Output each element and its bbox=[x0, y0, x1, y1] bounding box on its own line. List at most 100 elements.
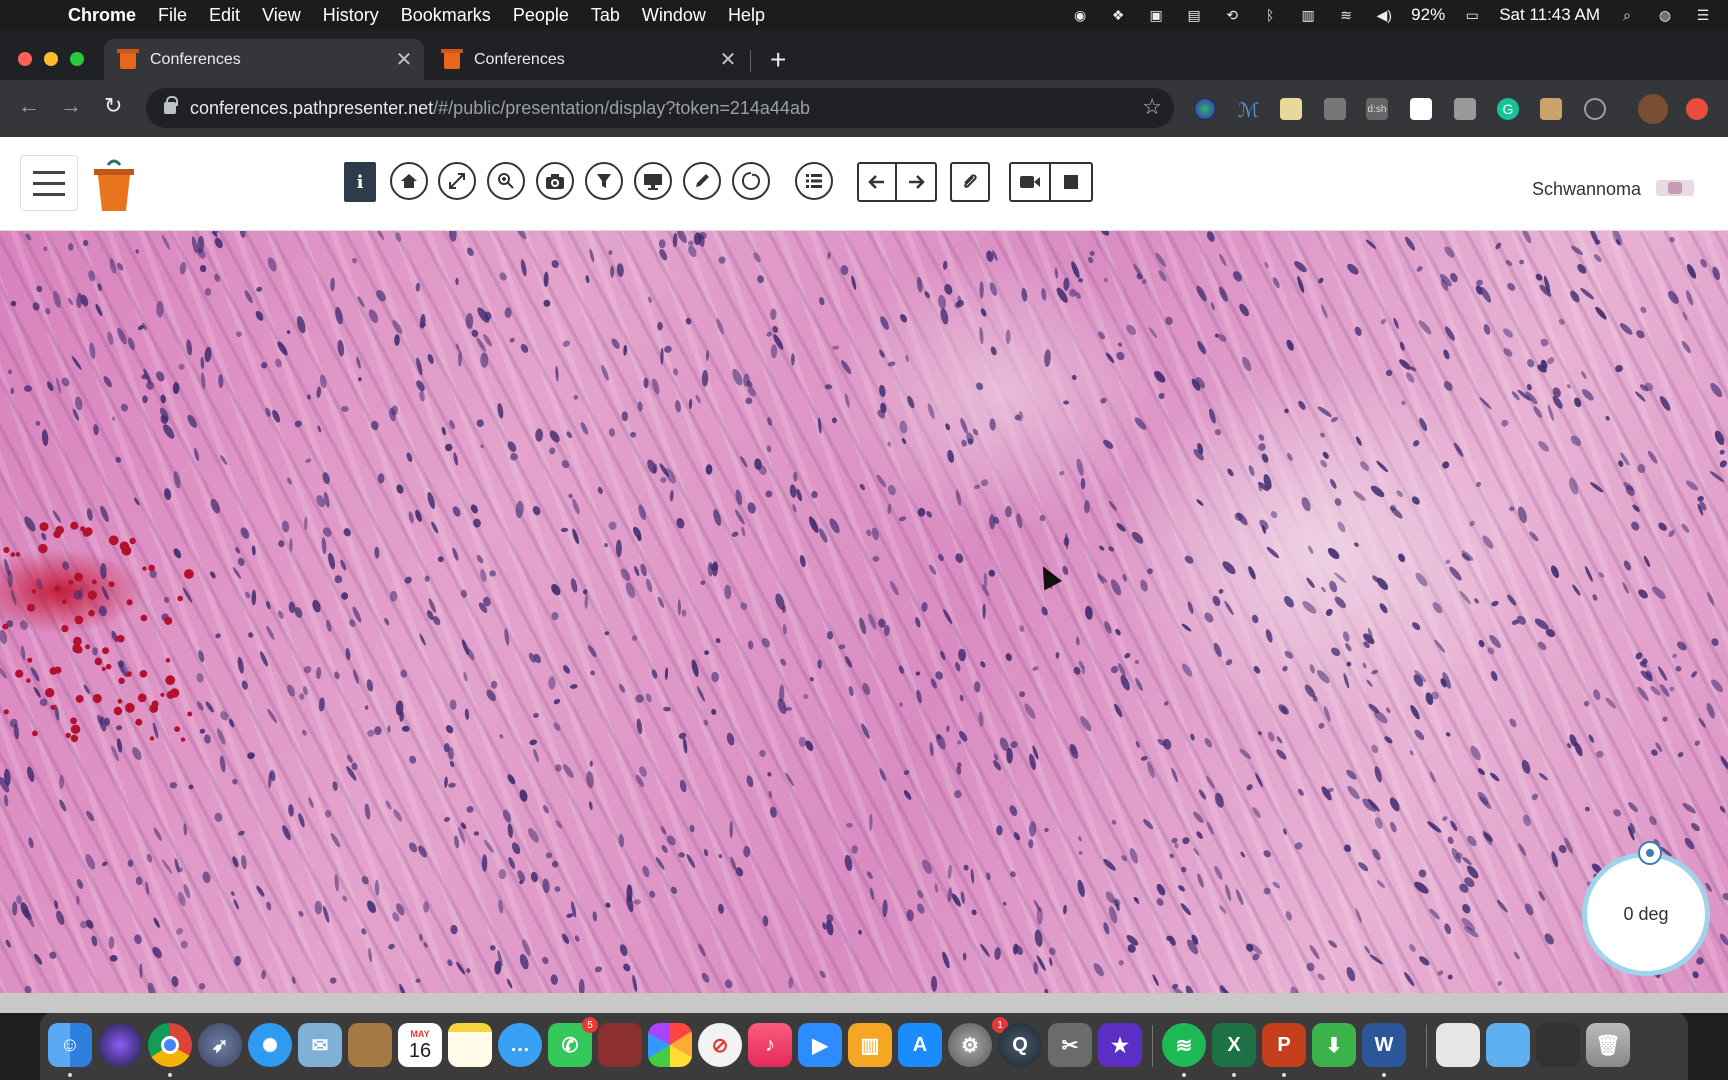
rotation-dial[interactable]: 0 deg bbox=[1582, 852, 1710, 976]
memory-icon[interactable]: ▥ bbox=[1297, 6, 1319, 24]
snapshot-button[interactable] bbox=[536, 162, 574, 200]
readwise-icon[interactable]: ▤ bbox=[1183, 6, 1205, 24]
next-slide-button[interactable] bbox=[897, 164, 935, 200]
annotate-button[interactable] bbox=[683, 162, 721, 200]
close-tab-icon[interactable]: ✕ bbox=[390, 47, 418, 72]
home-button[interactable] bbox=[390, 162, 428, 200]
menu-history[interactable]: History bbox=[323, 5, 379, 26]
extension-image-icon[interactable] bbox=[1324, 98, 1346, 120]
hamburger-menu-button[interactable] bbox=[20, 155, 78, 211]
contacts-icon[interactable] bbox=[348, 1023, 392, 1067]
finder-icon[interactable]: ☺ bbox=[48, 1023, 92, 1067]
volume-icon[interactable]: ◀) bbox=[1373, 6, 1395, 24]
avatar[interactable] bbox=[1638, 94, 1668, 124]
trash-icon[interactable]: 🗑 bbox=[1586, 1023, 1630, 1067]
reload-icon[interactable]: ↻ bbox=[104, 94, 122, 118]
spotlight-search-icon[interactable]: ⌕ bbox=[1616, 6, 1638, 24]
menu-app-name[interactable]: Chrome bbox=[68, 5, 136, 26]
quicktime-icon[interactable]: Q bbox=[998, 1023, 1042, 1067]
music-icon[interactable]: ♪ bbox=[748, 1023, 792, 1067]
imovie-icon[interactable]: ★ bbox=[1098, 1023, 1142, 1067]
extension-notes-icon[interactable] bbox=[1280, 98, 1302, 120]
calendar-icon[interactable]: MAY 16 bbox=[398, 1023, 442, 1067]
freehand-button[interactable] bbox=[732, 162, 770, 200]
battery-percent[interactable]: 92% bbox=[1411, 5, 1445, 25]
slide-list-button[interactable] bbox=[795, 162, 833, 200]
extension-color-icon[interactable] bbox=[1194, 98, 1216, 120]
news-icon[interactable]: ⊘ bbox=[698, 1023, 742, 1067]
menu-help[interactable]: Help bbox=[728, 5, 765, 26]
zoom-button[interactable] bbox=[487, 162, 525, 200]
forward-icon[interactable]: → bbox=[60, 94, 82, 118]
screenshots-folder-icon[interactable] bbox=[1536, 1023, 1580, 1067]
installer-icon[interactable]: ⬇ bbox=[1312, 1023, 1356, 1067]
slide-viewer[interactable] bbox=[0, 231, 1728, 993]
menu-people[interactable]: People bbox=[513, 5, 569, 26]
present-button[interactable] bbox=[634, 162, 672, 200]
photo-booth-icon[interactable] bbox=[598, 1023, 642, 1067]
info-button[interactable]: i bbox=[344, 162, 376, 202]
screen-record-icon[interactable]: ◉ bbox=[1069, 6, 1091, 24]
menu-view[interactable]: View bbox=[262, 5, 301, 26]
menu-tab[interactable]: Tab bbox=[591, 5, 620, 26]
zoom-app-icon[interactable]: ▶ bbox=[798, 1023, 842, 1067]
tab-conferences-2[interactable]: Conferences ✕ bbox=[428, 39, 748, 80]
messages-bubble-icon[interactable]: … bbox=[498, 1023, 542, 1067]
close-window-button[interactable] bbox=[18, 52, 32, 66]
address-bar[interactable]: conferences.pathpresenter.net /#/public/… bbox=[146, 88, 1174, 128]
extension-k-icon[interactable] bbox=[1454, 98, 1476, 120]
extension-search-icon[interactable] bbox=[1410, 98, 1432, 120]
minimize-window-button[interactable] bbox=[44, 52, 58, 66]
close-tab-icon[interactable]: ✕ bbox=[714, 47, 742, 72]
extension-dash-icon[interactable]: d:sh bbox=[1366, 98, 1388, 120]
bookmark-star-icon[interactable]: ☆ bbox=[1142, 94, 1162, 120]
menu-window[interactable]: Window bbox=[642, 5, 706, 26]
word-icon[interactable]: W bbox=[1362, 1023, 1406, 1067]
document-stack-icon[interactable] bbox=[1436, 1023, 1480, 1067]
attachment-button[interactable] bbox=[950, 162, 990, 202]
new-tab-icon[interactable]: + bbox=[770, 46, 786, 74]
fullscreen-button[interactable] bbox=[438, 162, 476, 200]
lock-icon[interactable] bbox=[164, 96, 178, 114]
pathpresenter-logo[interactable] bbox=[92, 155, 136, 213]
excel-icon[interactable]: X bbox=[1212, 1023, 1256, 1067]
menu-file[interactable]: File bbox=[158, 5, 187, 26]
wifi-icon[interactable]: ≋ bbox=[1335, 6, 1357, 24]
back-icon[interactable]: ← bbox=[18, 94, 40, 118]
spotify-icon[interactable]: ≋ bbox=[1162, 1023, 1206, 1067]
powerpoint-icon[interactable]: P bbox=[1262, 1023, 1306, 1067]
siri-icon[interactable] bbox=[98, 1023, 142, 1067]
record-video-button[interactable] bbox=[1011, 164, 1052, 200]
chrome-icon[interactable] bbox=[148, 1023, 192, 1067]
photos-icon[interactable] bbox=[648, 1023, 692, 1067]
utilities-icon[interactable]: ✂ bbox=[1048, 1023, 1092, 1067]
folder-icon[interactable] bbox=[1486, 1023, 1530, 1067]
filter-button[interactable] bbox=[585, 162, 623, 200]
menu-edit[interactable]: Edit bbox=[209, 5, 240, 26]
video-call-icon[interactable]: ▣ bbox=[1145, 6, 1167, 24]
extension-signature-icon[interactable]: ℳ bbox=[1238, 98, 1260, 122]
time-machine-icon[interactable]: ⟲ bbox=[1221, 6, 1243, 24]
safari-icon[interactable] bbox=[248, 1023, 292, 1067]
previous-slide-button[interactable] bbox=[859, 164, 898, 200]
system-preferences-icon[interactable]: ⚙ bbox=[948, 1023, 992, 1067]
update-chrome-icon[interactable] bbox=[1686, 98, 1708, 120]
zoom-window-button[interactable] bbox=[70, 52, 84, 66]
mail-icon[interactable]: ✉ bbox=[298, 1023, 342, 1067]
extension-clipper-icon[interactable] bbox=[1540, 98, 1562, 120]
extension-badge-icon[interactable] bbox=[1584, 98, 1606, 120]
launchpad-icon[interactable]: ➶ bbox=[198, 1023, 242, 1067]
dropbox-icon[interactable]: ❖ bbox=[1107, 6, 1129, 24]
slide-thumbnail[interactable] bbox=[1656, 180, 1694, 196]
app-store-icon[interactable]: A bbox=[898, 1023, 942, 1067]
tab-conferences-1[interactable]: Conferences ✕ bbox=[104, 39, 424, 80]
menu-bookmarks[interactable]: Bookmarks bbox=[401, 5, 491, 26]
grammarly-icon[interactable]: G bbox=[1497, 98, 1519, 120]
bluetooth-icon[interactable]: ᛒ bbox=[1259, 6, 1281, 24]
siri-icon[interactable]: ◍ bbox=[1654, 6, 1676, 24]
books-icon[interactable]: ▥ bbox=[848, 1023, 892, 1067]
clock[interactable]: Sat 11:43 AM bbox=[1499, 5, 1600, 25]
notes-icon[interactable] bbox=[448, 1023, 492, 1067]
control-center-icon[interactable]: ☰ bbox=[1692, 6, 1714, 24]
rotation-handle[interactable] bbox=[1638, 841, 1662, 865]
